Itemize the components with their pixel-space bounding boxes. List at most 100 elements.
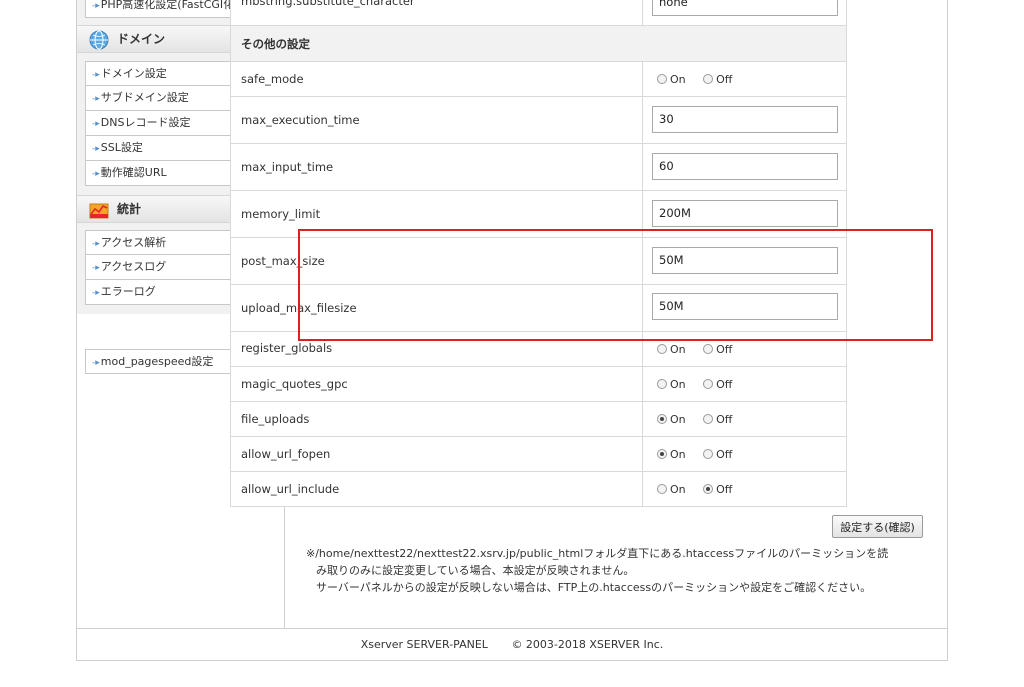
row-divider <box>642 402 643 436</box>
sidebar-item-label: アクセスログ <box>100 260 167 273</box>
sidebar-item-label: 動作確認URL <box>100 166 167 179</box>
note-line: サーバーパネルからの設定が反映しない場合は、FTP上の.htaccessのパーミ… <box>316 581 872 594</box>
settings-row-allow-url-fopen: allow_url_fopen On Off <box>230 437 847 472</box>
allow-url-fopen-off-radio[interactable] <box>703 449 714 459</box>
safe-mode-radio-group: On Off <box>657 73 746 86</box>
row-divider <box>642 472 643 506</box>
setting-label: memory_limit <box>241 207 321 221</box>
settings-row-max-input-time: max_input_time 60 <box>230 144 847 191</box>
register-globals-radio-group: On Off <box>657 343 746 356</box>
sidebar-item-label: ドメイン設定 <box>100 67 167 80</box>
settings-row-safe-mode: safe_mode On Off <box>230 62 847 97</box>
radio-off-label: Off <box>716 73 733 86</box>
setting-label: max_execution_time <box>241 113 360 127</box>
radio-on-label: On <box>670 73 686 86</box>
row-divider <box>642 332 643 366</box>
safe-mode-on-radio[interactable] <box>657 74 667 84</box>
arrow-icon: -▸ <box>92 119 100 129</box>
setting-label: file_uploads <box>241 412 310 426</box>
row-divider <box>642 144 643 190</box>
setting-label: register_globals <box>241 341 333 355</box>
submit-confirm-button[interactable]: 設定する(確認) <box>832 515 923 538</box>
radio-off-label: Off <box>716 378 733 391</box>
magic-quotes-gpc-off-radio[interactable] <box>703 379 714 389</box>
arrow-icon: -▸ <box>92 239 100 249</box>
globe-icon <box>89 30 109 50</box>
row-divider <box>642 97 643 143</box>
row-divider <box>642 0 643 25</box>
setting-label: upload_max_filesize <box>241 301 357 315</box>
arrow-icon: -▸ <box>92 94 100 104</box>
setting-label: post_max_size <box>241 254 325 268</box>
magic-quotes-gpc-radio-group: On Off <box>657 378 746 391</box>
allow-url-fopen-radio-group: On Off <box>657 448 746 461</box>
allow-url-include-off-radio[interactable] <box>703 484 714 494</box>
file-uploads-off-radio[interactable] <box>703 414 714 424</box>
arrow-icon: -▸ <box>92 169 100 179</box>
post-max-size-input[interactable]: 50M <box>652 247 838 274</box>
row-divider <box>642 437 643 471</box>
memory-limit-input[interactable]: 200M <box>652 200 838 227</box>
radio-off-label: Off <box>716 343 733 356</box>
sidebar-item-label: サブドメイン設定 <box>100 91 189 104</box>
row-divider <box>642 285 643 331</box>
settings-row-allow-url-include: allow_url_include On Off <box>230 472 847 507</box>
radio-on-label: On <box>670 483 686 496</box>
max-input-time-input[interactable]: 60 <box>652 153 838 180</box>
row-divider <box>642 367 643 401</box>
row-divider <box>642 62 643 96</box>
radio-off-label: Off <box>716 413 733 426</box>
allow-url-fopen-on-radio[interactable] <box>657 449 667 459</box>
settings-row-memory-limit: memory_limit 200M <box>230 191 847 238</box>
arrow-icon: -▸ <box>92 288 100 298</box>
radio-off-label: Off <box>716 448 733 461</box>
sidebar-item-label: DNSレコード設定 <box>100 116 191 129</box>
magic-quotes-gpc-on-radio[interactable] <box>657 379 667 389</box>
settings-row-magic-quotes-gpc: magic_quotes_gpc On Off <box>230 367 847 402</box>
footer-copyright: © 2003-2018 XSERVER Inc. <box>511 638 664 651</box>
settings-row-file-uploads: file_uploads On Off <box>230 402 847 437</box>
arrow-icon: -▸ <box>92 1 100 11</box>
upload-max-filesize-input[interactable]: 50M <box>652 293 838 320</box>
group-title: その他の設定 <box>241 37 310 51</box>
allow-url-include-on-radio[interactable] <box>657 484 667 494</box>
register-globals-off-radio[interactable] <box>703 344 714 354</box>
mbstring-substitute-input[interactable]: none <box>652 0 838 16</box>
arrow-icon: -▸ <box>92 144 100 154</box>
safe-mode-off-radio[interactable] <box>703 74 714 84</box>
file-uploads-on-radio[interactable] <box>657 414 667 424</box>
setting-label: safe_mode <box>241 72 304 86</box>
sidebar-item-label: SSL設定 <box>100 141 143 154</box>
radio-off-label: Off <box>716 483 733 496</box>
allow-url-include-radio-group: On Off <box>657 483 746 496</box>
section-stats-title: 統計 <box>117 202 142 216</box>
arrow-icon: -▸ <box>92 263 100 273</box>
row-divider <box>642 191 643 237</box>
row-divider <box>642 238 643 284</box>
register-globals-on-radio[interactable] <box>657 344 667 354</box>
arrow-icon: -▸ <box>92 70 100 80</box>
radio-on-label: On <box>670 413 686 426</box>
footer: Xserver SERVER-PANEL © 2003-2018 XSERVER… <box>76 628 948 661</box>
radio-on-label: On <box>670 448 686 461</box>
note-line: ※/home/nexttest22/nexttest22.xsrv.jp/pub… <box>306 547 889 560</box>
settings-row-max-execution-time: max_execution_time 30 <box>230 97 847 144</box>
radio-on-label: On <box>670 378 686 391</box>
sidebar-item-label: アクセス解析 <box>100 236 167 249</box>
settings-row-upload-max-filesize: upload_max_filesize 50M <box>230 285 847 332</box>
setting-label: mbstring.substitute_character <box>241 0 415 8</box>
file-uploads-radio-group: On Off <box>657 413 746 426</box>
setting-label: magic_quotes_gpc <box>241 377 348 391</box>
group-other-settings: その他の設定 <box>230 26 847 62</box>
note-line: み取りのみに設定変更している場合、本設定が反映されません。 <box>316 564 635 577</box>
radio-on-label: On <box>670 343 686 356</box>
setting-label: max_input_time <box>241 160 334 174</box>
sidebar-item-label: mod_pagespeed設定 <box>100 355 214 368</box>
setting-label: allow_url_fopen <box>241 447 331 461</box>
max-execution-time-input[interactable]: 30 <box>652 106 838 133</box>
settings-row-post-max-size: post_max_size 50M <box>230 238 847 285</box>
stats-chart-icon <box>89 203 109 219</box>
settings-row-register-globals: register_globals On Off <box>230 332 847 367</box>
settings-row-mbstring-substitute: mbstring.substitute_character none <box>230 0 847 26</box>
htaccess-note: ※/home/nexttest22/nexttest22.xsrv.jp/pub… <box>306 545 926 596</box>
